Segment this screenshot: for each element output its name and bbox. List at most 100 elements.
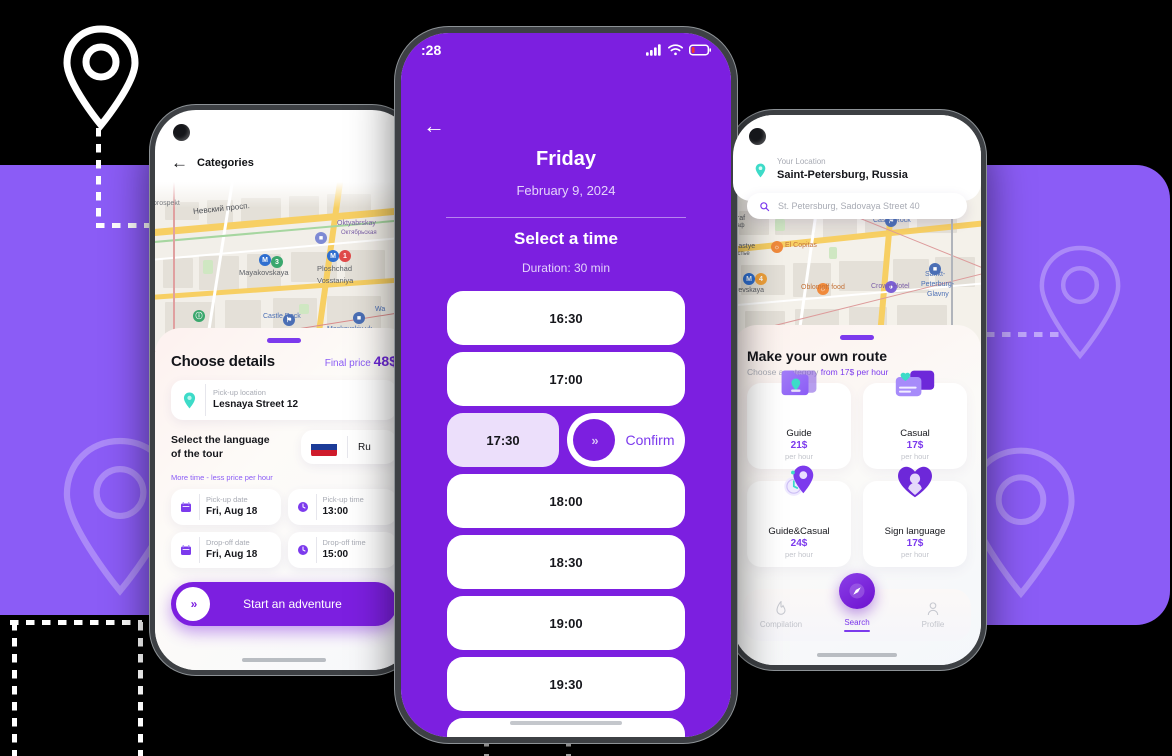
field-value: 15:00 [322,548,349,560]
tab-label: Profile [921,620,945,629]
field-label: Drop-off time [322,538,366,548]
category-card-guide-casual[interactable]: Guide&Casual 24$ per hour [747,465,851,567]
category-card-sign-language[interactable]: Sign language 17$ per hour [863,466,967,567]
tab-active-underline [844,629,870,632]
compass-icon [849,583,865,599]
final-price-value: 48$ [373,353,397,369]
language-title-line2: of the tour [171,448,223,460]
pickup-time-field[interactable]: Pick-up time 13:00 [287,489,397,525]
price-hint: More time - less price per hour [171,473,273,482]
clock-icon [297,502,308,512]
folder-pin-icon [781,370,817,396]
final-price-label: Final price [324,358,371,369]
confirm-button[interactable]: » Confirm [567,413,685,467]
battery-low-icon [689,44,711,56]
home-indicator [510,721,622,725]
time-picker-screen: :28 ← Friday February 9, 2024 Select a t… [401,33,731,737]
category-name: Guide&Casual [768,526,830,537]
divider [446,217,686,218]
route-subtitle-accent: from 17$ per hour [820,367,889,377]
tab-compilation[interactable]: Compilation [743,601,819,629]
time-slot-selected[interactable]: 17:30 [447,413,559,467]
left-bottom-sheet: Choose details Final price 48$ Pick-up l… [155,328,413,670]
phone-left: ← Categories ⓘ ⚑ ■ ■ M 3 M 1 Невский про… [150,105,418,675]
category-price: 17$ [906,538,924,549]
decor-pin-large-icon [63,25,139,131]
start-adventure-label: Start an adventure [243,597,342,611]
phone-center-screen: :28 ← Friday February 9, 2024 Select a t… [401,33,731,737]
final-price: Final price 48$ [325,353,397,369]
camera-punch-hole [749,128,766,145]
decor-dashed-line-right [986,332,1064,337]
search-bar[interactable]: St. Petersburg, Sadovaya Street 40 [747,193,967,219]
right-bottom-sheet: Make your own route Choose a category fr… [733,325,981,665]
dropoff-date-field[interactable]: Drop-off date Fri, Aug 18 [171,532,281,568]
time-slot[interactable]: 16:30 [447,291,685,345]
category-per-hour: per hour [785,550,813,559]
time-slot-selected-row: 17:30 » Confirm [447,413,685,467]
time-slot-list[interactable]: 16:30 17:00 17:30 » Confirm 18:00 18:30 … [447,291,685,737]
left-header: ← Categories [171,154,254,171]
double-chevron-right-icon: » [176,587,210,621]
time-slot[interactable]: 18:00 [447,474,685,528]
time-slot[interactable]: 19:30 [447,657,685,711]
status-icons [646,44,711,56]
category-per-hour: per hour [901,550,929,559]
category-card-casual[interactable]: Casual 17$ per hour [863,370,967,469]
language-title-line1: Select the language [171,433,270,446]
wifi-icon [668,44,683,56]
pickup-location-card[interactable]: Pick-up location Lesnaya Street 12 [171,380,397,420]
decor-dashed-line-bottom-left [12,622,17,756]
language-selector[interactable]: Ru [301,430,397,464]
map-pin-icon [183,392,196,408]
calendar-icon [181,545,191,555]
phone-center: :28 ← Friday February 9, 2024 Select a t… [395,27,737,743]
arrow-left-icon[interactable]: ← [171,154,188,171]
category-price: 21$ [790,440,808,451]
poster-stage: ← Categories ⓘ ⚑ ■ ■ M 3 M 1 Невский про… [0,0,1172,756]
date-subtitle: February 9, 2024 [516,183,616,198]
page-title: Categories [197,156,254,169]
status-time: :28 [421,42,442,58]
field-label: Pick-up date [206,495,248,505]
person-icon [927,602,939,616]
home-indicator [817,653,897,657]
pin-clock-icon [784,465,814,496]
category-price: 24$ [790,538,808,549]
datetime-grid: Pick-up date Fri, Aug 18 Pick-up time 13… [171,489,397,568]
search-placeholder: St. Petersburg, Sadovaya Street 40 [778,201,920,211]
location-label: Your Location [777,157,826,166]
location-value: Saint-Petersburg, Russia [777,169,908,181]
cards-heart-icon [895,370,935,397]
sheet-title: Choose details [171,353,275,370]
start-adventure-button[interactable]: » Start an adventure [171,582,397,626]
arrow-left-icon[interactable]: ← [423,115,445,137]
decor-pin-faint-right-top-icon [1039,245,1121,360]
heart-person-icon [898,466,932,498]
route-title: Make your own route [747,348,888,364]
tab-profile[interactable]: Profile [895,601,971,629]
dropoff-time-field[interactable]: Drop-off time 15:00 [287,532,397,568]
double-chevron-right-icon: » [573,419,615,461]
category-price: 17$ [906,440,924,451]
time-slot[interactable]: 19:00 [447,596,685,650]
field-value: Fri, Aug 18 [206,548,258,560]
tab-label: Search [844,617,870,627]
pickup-location-label: Pick-up location [213,388,266,398]
time-slot[interactable]: 17:00 [447,352,685,406]
field-label: Pick-up time [322,495,364,505]
cellular-signal-icon [646,44,661,56]
flag-russia-icon [311,437,337,457]
phone-right-screen: ☼ ☼ ⚑ ● ■ ☺ M 4 ☼ ♲ graf раф chastye час… [733,115,981,665]
time-slot[interactable]: 18:30 [447,535,685,589]
pickup-date-field[interactable]: Pick-up date Fri, Aug 18 [171,489,281,525]
search-icon [760,201,770,211]
flame-icon [776,601,786,615]
pickup-location-value: Lesnaya Street 12 [213,398,299,410]
home-indicator [242,658,326,662]
field-value: 13:00 [322,505,349,517]
day-title: Friday [535,148,597,170]
search-fab-button[interactable] [839,573,875,609]
category-card-guide[interactable]: Guide 21$ per hour [747,370,851,469]
decor-dashed-line-bottom-right [138,622,143,756]
